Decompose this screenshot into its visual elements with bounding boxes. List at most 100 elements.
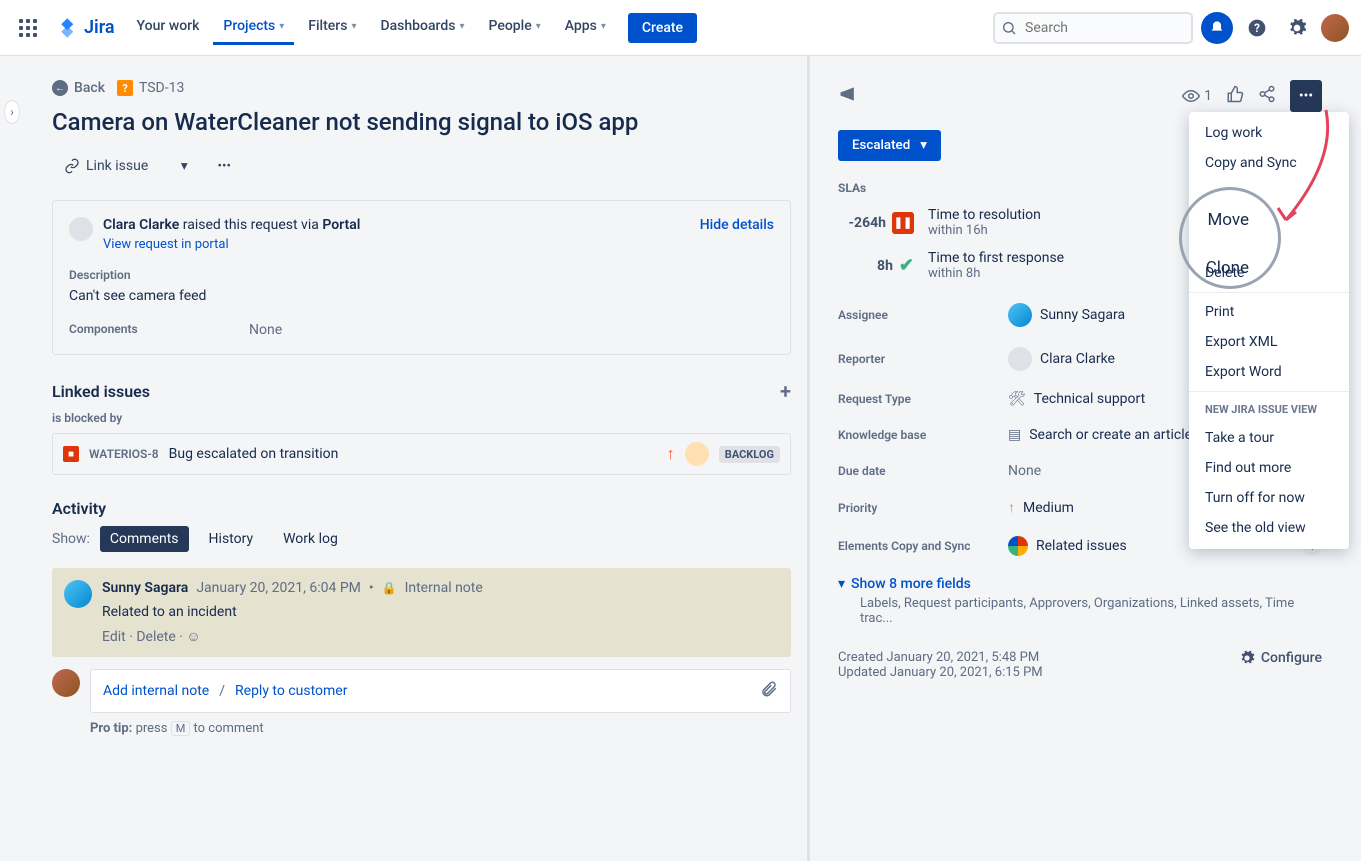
internal-note-label: Internal note [405, 580, 483, 596]
linked-issue-status: BACKLOG [719, 446, 780, 463]
components-value[interactable]: None [249, 322, 282, 338]
nav-your-work[interactable]: Your work [127, 10, 210, 45]
knowledge-base-value[interactable]: ▤ Search or create an article [1008, 427, 1192, 443]
notifications-icon[interactable] [1201, 12, 1233, 44]
comment-delete-link[interactable]: Delete [136, 629, 175, 645]
hide-details-link[interactable]: Hide details [700, 217, 774, 233]
linked-issues-header: Linked issues [52, 382, 150, 401]
activity-show-label: Show: [52, 531, 90, 547]
article-icon: ▤ [1008, 427, 1021, 443]
nav-people[interactable]: People▾ [478, 10, 550, 45]
reporter-value[interactable]: Clara Clarke [1008, 347, 1115, 371]
back-link[interactable]: ← Back [52, 80, 105, 96]
pro-tip: Pro tip: press M to comment [90, 721, 791, 736]
link-issue-button[interactable]: Link issue [52, 150, 160, 182]
jira-logo[interactable]: Jira [56, 16, 115, 40]
comment-author: Sunny Sagara [102, 580, 188, 596]
assignee-value[interactable]: Sunny Sagara [1008, 303, 1125, 327]
app-switcher-icon[interactable] [12, 12, 44, 44]
components-label: Components [69, 322, 249, 338]
like-button[interactable] [1226, 85, 1244, 107]
linked-issue-assignee-avatar [685, 442, 709, 466]
chevron-down-icon: ▾ [838, 576, 845, 592]
menu-export-word[interactable]: Export Word [1189, 357, 1349, 387]
request-card: Clara Clarke raised this request via Por… [52, 200, 791, 355]
assignee-label: Assignee [838, 308, 1008, 322]
request-via-text: raised this request via [183, 217, 319, 233]
lock-icon: 🔒 [382, 581, 397, 595]
activity-header: Activity [52, 499, 106, 518]
add-internal-note-link[interactable]: Add internal note [103, 683, 209, 699]
request-channel: Portal [322, 217, 360, 233]
link-issue-dropdown[interactable]: ▾ [168, 150, 200, 182]
nav-projects[interactable]: Projects▾ [213, 10, 294, 45]
watch-button[interactable]: 1 [1182, 87, 1212, 105]
filter-comments[interactable]: Comments [100, 526, 189, 552]
linked-issue-title: Bug escalated on transition [169, 446, 657, 462]
issue-content: ← Back ? TSD-13 Camera on WaterCleaner n… [20, 56, 810, 861]
requester-name: Clara Clarke [103, 217, 179, 233]
logo-text: Jira [84, 17, 115, 38]
nav-dashboards[interactable]: Dashboards▾ [370, 10, 474, 45]
ecs-icon [1008, 536, 1028, 556]
menu-log-work[interactable]: Log work [1189, 118, 1349, 148]
nav-apps[interactable]: Apps▾ [555, 10, 616, 45]
status-dropdown[interactable]: Escalated▾ [838, 130, 941, 161]
reporter-label: Reporter [838, 352, 1008, 366]
menu-export-xml[interactable]: Export XML [1189, 327, 1349, 357]
create-button[interactable]: Create [628, 13, 697, 43]
attachment-icon[interactable] [760, 680, 778, 702]
comment-react-icon[interactable]: ☺ [186, 629, 200, 645]
reply-to-customer-link[interactable]: Reply to customer [235, 683, 347, 699]
menu-print[interactable]: Print [1189, 297, 1349, 327]
configure-link[interactable]: Configure [1239, 650, 1322, 666]
issue-title[interactable]: Camera on WaterCleaner not sending signa… [52, 108, 791, 136]
add-linked-issue-button[interactable]: + [780, 379, 791, 403]
search-box [993, 12, 1193, 44]
user-avatar[interactable] [1321, 14, 1349, 42]
request-type-value[interactable]: 🛠 Technical support [1008, 391, 1145, 407]
comment-time: January 20, 2021, 6:04 PM [196, 580, 361, 596]
reply-box[interactable]: Add internal note / Reply to customer [90, 669, 791, 713]
priority-label: Priority [838, 501, 1008, 515]
link-relation-label: is blocked by [52, 411, 791, 425]
menu-find-out-more[interactable]: Find out more [1189, 453, 1349, 483]
search-input[interactable] [993, 12, 1193, 44]
issue-key[interactable]: ? TSD-13 [117, 80, 184, 96]
search-icon [1001, 20, 1017, 40]
more-actions-button[interactable]: ••• [1290, 80, 1322, 112]
comment-author-avatar [64, 580, 92, 608]
settings-icon[interactable] [1281, 12, 1313, 44]
linked-issue-key: WATERIOS-8 [89, 447, 159, 461]
description-text[interactable]: Can't see camera feed [69, 288, 774, 304]
comment-edit-link[interactable]: Edit [102, 629, 126, 645]
show-more-fields[interactable]: ▾ Show 8 more fields [838, 576, 1322, 592]
filter-worklog[interactable]: Work log [273, 526, 348, 552]
toolbar-more-button[interactable]: ••• [208, 150, 240, 182]
feedback-icon[interactable] [838, 84, 858, 108]
ecs-label: Elements Copy and Sync [838, 539, 1008, 553]
created-date: Created January 20, 2021, 5:48 PM [838, 650, 1043, 665]
priority-value[interactable]: ↑ Medium [1008, 499, 1074, 516]
linked-issue-row[interactable]: ■ WATERIOS-8 Bug escalated on transition… [52, 433, 791, 475]
menu-take-tour[interactable]: Take a tour [1189, 423, 1349, 453]
more-actions-menu: Log work Copy and Sync Delete Print Expo… [1189, 112, 1349, 549]
menu-turn-off[interactable]: Turn off for now [1189, 483, 1349, 513]
share-button[interactable] [1258, 85, 1276, 107]
top-nav: Jira Your work Projects▾ Filters▾ Dashbo… [0, 0, 1361, 56]
due-date-value[interactable]: None [1008, 463, 1041, 479]
comment-item: Sunny Sagara January 20, 2021, 6:04 PM •… [52, 568, 791, 657]
sla-breached-icon: ❚❚ [892, 212, 914, 234]
svg-text:?: ? [1254, 21, 1260, 35]
current-user-avatar [52, 669, 80, 697]
nav-filters[interactable]: Filters▾ [298, 10, 366, 45]
view-in-portal-link[interactable]: View request in portal [103, 237, 229, 252]
issue-type-icon: ? [117, 80, 133, 96]
menu-copy-and-sync[interactable]: Copy and Sync [1189, 148, 1349, 178]
filter-history[interactable]: History [199, 526, 264, 552]
menu-delete[interactable]: Delete [1189, 258, 1349, 288]
expand-sidebar-button[interactable]: › [4, 100, 20, 124]
menu-old-view[interactable]: See the old view [1189, 513, 1349, 543]
comment-text: Related to an incident [102, 604, 779, 620]
help-icon[interactable]: ? [1241, 12, 1273, 44]
